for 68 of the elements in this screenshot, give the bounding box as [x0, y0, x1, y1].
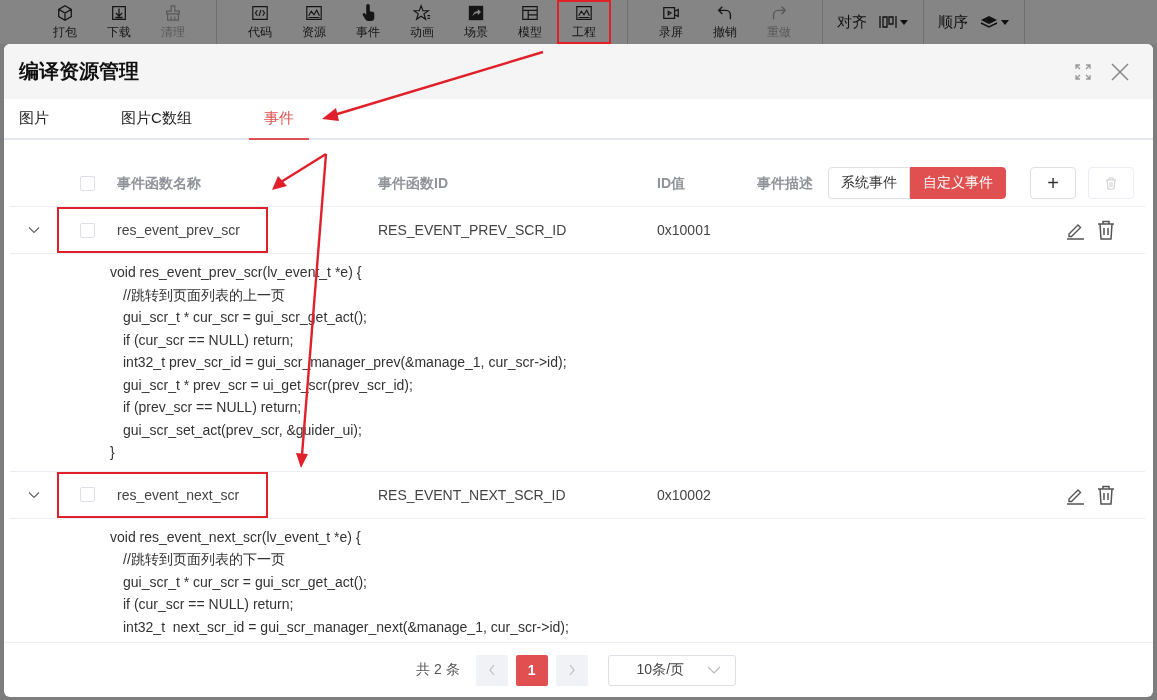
table-cell: res_event_next_scr: [117, 486, 240, 503]
image-icon: [305, 3, 323, 22]
chevron-icon[interactable]: [27, 490, 40, 499]
code-line: if (cur_scr == NULL) return;: [122, 595, 295, 614]
page-size-select[interactable]: 10条/页: [607, 654, 736, 686]
code-line: //跳转到页面列表的上一页: [122, 285, 286, 305]
menu-label: 顺序: [938, 12, 968, 32]
chevron-left-icon: [487, 664, 496, 676]
toolbar-button[interactable]: 动画: [395, 0, 449, 44]
image-icon: [575, 3, 593, 22]
checkbox[interactable]: [79, 175, 95, 191]
dialog-title: 编译资源管理: [19, 59, 139, 84]
toolbar-button[interactable]: 打包: [38, 0, 92, 44]
column-header: ID值: [657, 174, 685, 191]
chevron-down-icon: [706, 666, 721, 674]
code-line: gui_scr_t * cur_scr = gui_scr_get_act();: [122, 572, 368, 592]
total-count: 共 2 条: [416, 661, 460, 679]
trash-icon: [1105, 176, 1117, 190]
menu-label: 对齐: [837, 12, 867, 32]
table-cell: 0x10002: [657, 486, 711, 503]
chevron-icon[interactable]: [27, 226, 40, 234]
fullscreen-icon[interactable]: [1075, 63, 1091, 80]
tab[interactable]: 图片C数组: [121, 99, 192, 140]
tab[interactable]: 图片: [19, 99, 49, 140]
layout-icon: [521, 3, 539, 22]
filter-button[interactable]: 系统事件: [828, 167, 910, 199]
columns-icon: [879, 14, 909, 30]
trash-icon[interactable]: [1097, 484, 1115, 505]
toolbar-button[interactable]: 资源: [287, 0, 341, 44]
toolbar-button[interactable]: 代码: [233, 0, 287, 44]
close-icon[interactable]: [1111, 62, 1129, 81]
code-line: void res_event_next_scr(lv_event_t *e) {: [110, 527, 362, 547]
toolbar-button[interactable]: 工程: [557, 0, 611, 44]
toolbar-button[interactable]: 下载: [92, 0, 146, 44]
tab[interactable]: 事件: [248, 99, 309, 140]
chevron-right-icon: [567, 664, 576, 676]
page-button[interactable]: 1: [515, 654, 548, 686]
column-header: 事件函数名称: [117, 174, 201, 191]
trash-icon[interactable]: [1097, 220, 1115, 240]
table-cell: RES_EVENT_PREV_SCR_ID: [378, 222, 567, 238]
toolbar-button[interactable]: 撤销: [698, 0, 752, 44]
code-line: }: [110, 443, 116, 462]
toolbar-button[interactable]: 场景: [449, 0, 503, 44]
checkbox[interactable]: [79, 222, 95, 238]
table-cell: res_event_prev_scr: [117, 222, 240, 238]
code-icon: [251, 3, 269, 22]
toolbar-button[interactable]: 事件: [341, 0, 395, 44]
code-line: if (cur_scr == NULL) return;: [122, 330, 295, 350]
table-cell: RES_EVENT_NEXT_SCR_ID: [378, 486, 566, 503]
layers-icon: [980, 14, 1010, 30]
filter-button[interactable]: 自定义事件: [910, 167, 1006, 199]
code-line: if (prev_scr == NULL) return;: [122, 398, 303, 417]
star-icon: [413, 3, 431, 22]
code-line: //跳转到页面列表的下一页: [122, 550, 286, 569]
toolbar-button[interactable]: 模型: [503, 0, 557, 44]
table-cell: 0x10001: [657, 222, 711, 238]
column-header: 事件函数ID: [378, 174, 448, 191]
brush-icon: [164, 3, 182, 22]
add-button[interactable]: +: [1030, 167, 1076, 199]
download-icon: [110, 3, 128, 22]
checkbox[interactable]: [79, 487, 95, 502]
share-icon: [467, 3, 485, 22]
dropdown-button[interactable]: [980, 14, 1010, 30]
box-icon: [56, 3, 74, 22]
toolbar-button[interactable]: 录屏: [644, 0, 698, 44]
code-line: int32_t next_scr_id = gui_scr_manager_next(&manage_1, cur_scr->id);: [122, 617, 570, 637]
column-header: 事件描述: [757, 174, 813, 191]
dropdown-button[interactable]: [879, 14, 909, 30]
